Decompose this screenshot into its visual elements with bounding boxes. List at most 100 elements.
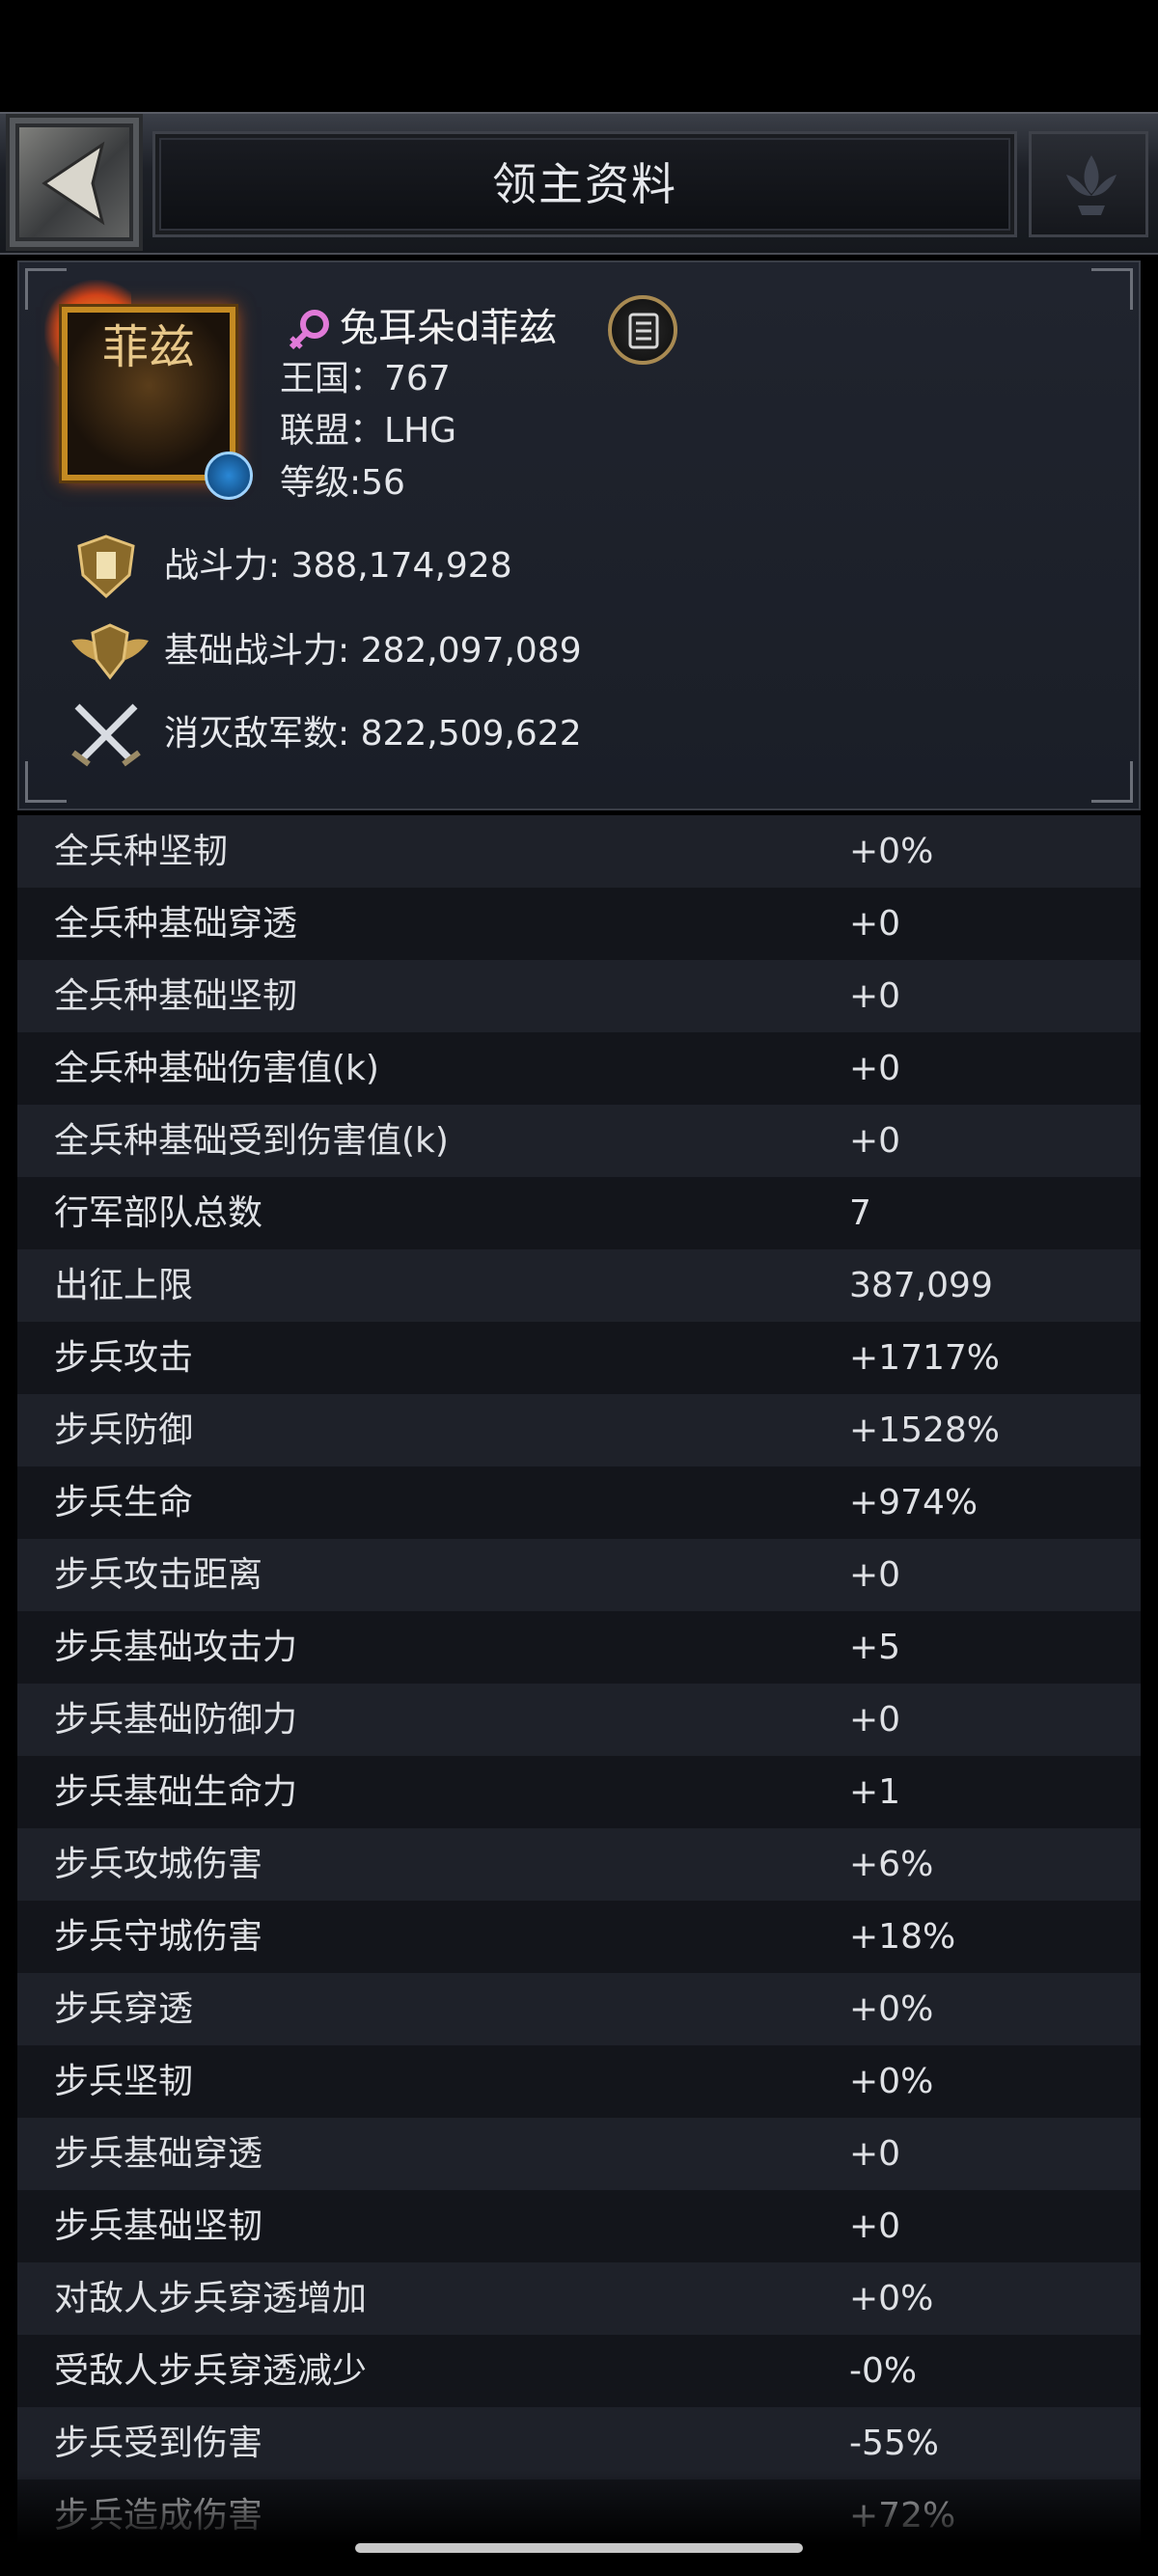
attribute-value: +0	[849, 976, 901, 1016]
kingdom-line: 王国：767	[280, 353, 451, 405]
attribute-value: +0%	[849, 2279, 934, 2318]
kingdom-label: 王国：	[280, 359, 385, 398]
home-indicator[interactable]	[355, 2543, 803, 2553]
attribute-value: +0%	[849, 2062, 934, 2101]
attribute-label: 对敌人步兵穿透增加	[54, 2279, 368, 2318]
attribute-label: 全兵种基础受到伤害值(k)	[54, 1121, 449, 1161]
power-shield-icon	[77, 534, 135, 599]
base-power-label: 基础战斗力:	[164, 631, 350, 671]
attribute-row: 步兵基础攻击力 +5	[17, 1611, 1141, 1684]
attribute-value: +0	[849, 2206, 901, 2246]
attribute-row: 步兵守城伤害 +18%	[17, 1901, 1141, 1973]
back-button[interactable]	[6, 114, 143, 251]
attribute-row: 全兵种基础坚韧 +0	[17, 960, 1141, 1032]
attribute-label: 行军部队总数	[54, 1193, 263, 1233]
attribute-value: +0	[849, 904, 901, 944]
level-line: 等级:56	[280, 457, 405, 509]
attribute-value: 387,099	[849, 1266, 993, 1305]
attribute-row: 步兵基础穿透 +0	[17, 2118, 1141, 2190]
kills-value: 822,509,622	[360, 714, 582, 754]
attribute-label: 步兵坚韧	[54, 2062, 194, 2101]
attribute-row: 步兵防御 +1528%	[17, 1394, 1141, 1466]
attribute-value: +0	[849, 2134, 901, 2174]
attribute-label: 受敌人步兵穿透减少	[54, 2351, 368, 2391]
attribute-row: 步兵攻城伤害 +6%	[17, 1828, 1141, 1901]
avatar-text: 菲兹	[101, 320, 195, 374]
panel-corner	[1091, 268, 1133, 310]
crossed-swords-icon	[71, 703, 141, 767]
attribute-label: 全兵种基础伤害值(k)	[54, 1049, 379, 1088]
attribute-row: 步兵攻击 +1717%	[17, 1322, 1141, 1394]
attribute-row: 全兵种基础穿透 +0	[17, 888, 1141, 960]
player-name: 兔耳朵d菲兹	[340, 306, 558, 350]
attribute-label: 全兵种坚韧	[54, 832, 229, 871]
attribute-row: 全兵种坚韧 +0%	[17, 815, 1141, 888]
power-label: 战斗力:	[164, 546, 281, 586]
attribute-row: 步兵生命 +974%	[17, 1466, 1141, 1539]
back-arrow-icon	[41, 141, 105, 226]
attribute-label: 步兵基础坚韧	[54, 2206, 263, 2246]
panel-corner	[25, 761, 67, 803]
attribute-row: 受敌人步兵穿透减少 -0%	[17, 2335, 1141, 2407]
attribute-row: 全兵种基础受到伤害值(k) +0	[17, 1105, 1141, 1177]
attribute-row: 步兵攻击距离 +0	[17, 1539, 1141, 1611]
attribute-label: 出征上限	[54, 1266, 194, 1305]
kills-label: 消灭敌军数:	[164, 714, 350, 754]
attribute-row: 步兵坚韧 +0%	[17, 2045, 1141, 2118]
attribute-value: +1	[849, 1772, 901, 1812]
attribute-value: +0%	[849, 1989, 934, 2029]
level-label: 等级:	[280, 463, 362, 503]
attribute-label: 全兵种基础坚韧	[54, 976, 298, 1016]
attribute-row: 步兵基础坚韧 +0	[17, 2190, 1141, 2262]
attribute-value: +0	[849, 1555, 901, 1595]
attribute-label: 全兵种基础穿透	[54, 904, 298, 944]
attribute-value: 7	[849, 1193, 871, 1233]
header-ornament	[1029, 131, 1148, 237]
document-icon	[628, 313, 659, 349]
attribute-value: +6%	[849, 1845, 934, 1884]
profile-detail-button[interactable]	[608, 295, 677, 365]
attribute-label: 步兵基础防御力	[54, 1700, 298, 1740]
alliance-label: 联盟：	[280, 411, 385, 451]
power-text: 战斗力: 388,174,928	[164, 538, 512, 594]
attribute-value: +1528%	[849, 1411, 1000, 1450]
attribute-label: 步兵生命	[54, 1483, 194, 1522]
attribute-label: 步兵攻城伤害	[54, 1845, 263, 1884]
attribute-row: 对敌人步兵穿透增加 +0%	[17, 2262, 1141, 2335]
attribute-label: 步兵防御	[54, 1411, 194, 1450]
panel-corner	[1091, 761, 1133, 803]
attribute-row: 行军部队总数 7	[17, 1177, 1141, 1249]
attribute-row: 出征上限 387,099	[17, 1249, 1141, 1322]
base-power-value: 282,097,089	[360, 631, 582, 671]
attribute-label: 步兵攻击	[54, 1338, 194, 1378]
attribute-value: +0%	[849, 832, 934, 871]
kingdom-value: 767	[384, 359, 451, 398]
alliance-line: 联盟：LHG	[280, 405, 456, 457]
attribute-list[interactable]: 全兵种坚韧 +0% 全兵种基础穿透 +0 全兵种基础坚韧 +0 全兵种基础伤害值(k) +0 全…	[17, 815, 1141, 2552]
attribute-label: 步兵基础生命力	[54, 1772, 298, 1812]
heart-badge-icon	[205, 452, 253, 500]
kills-text: 消灭敌军数: 822,509,622	[164, 706, 582, 762]
page-title: 领主资料	[492, 158, 677, 210]
bottom-fade	[0, 2470, 1158, 2576]
attribute-row: 步兵基础生命力 +1	[17, 1756, 1141, 1828]
attribute-label: 步兵穿透	[54, 1989, 194, 2029]
attribute-label: 步兵基础穿透	[54, 2134, 263, 2174]
female-gender-icon	[289, 310, 329, 350]
winged-shield-icon	[71, 623, 149, 680]
attribute-value: +0	[849, 1700, 901, 1740]
attribute-value: +0	[849, 1121, 901, 1161]
level-value: 56	[361, 463, 405, 503]
fleur-emblem-icon	[1066, 155, 1117, 215]
attribute-row: 步兵基础防御力 +0	[17, 1684, 1141, 1756]
attribute-label: 步兵攻击距离	[54, 1555, 263, 1595]
attribute-label: 步兵受到伤害	[54, 2424, 263, 2463]
attribute-value: +0	[849, 1049, 901, 1088]
avatar[interactable]: 菲兹	[39, 280, 270, 511]
attribute-row: 步兵穿透 +0%	[17, 1973, 1141, 2045]
attribute-value: +5	[849, 1628, 901, 1667]
attribute-value: +1717%	[849, 1338, 1000, 1378]
attribute-value: -0%	[849, 2351, 918, 2391]
attribute-value: +18%	[849, 1917, 956, 1957]
attribute-row: 全兵种基础伤害值(k) +0	[17, 1032, 1141, 1105]
